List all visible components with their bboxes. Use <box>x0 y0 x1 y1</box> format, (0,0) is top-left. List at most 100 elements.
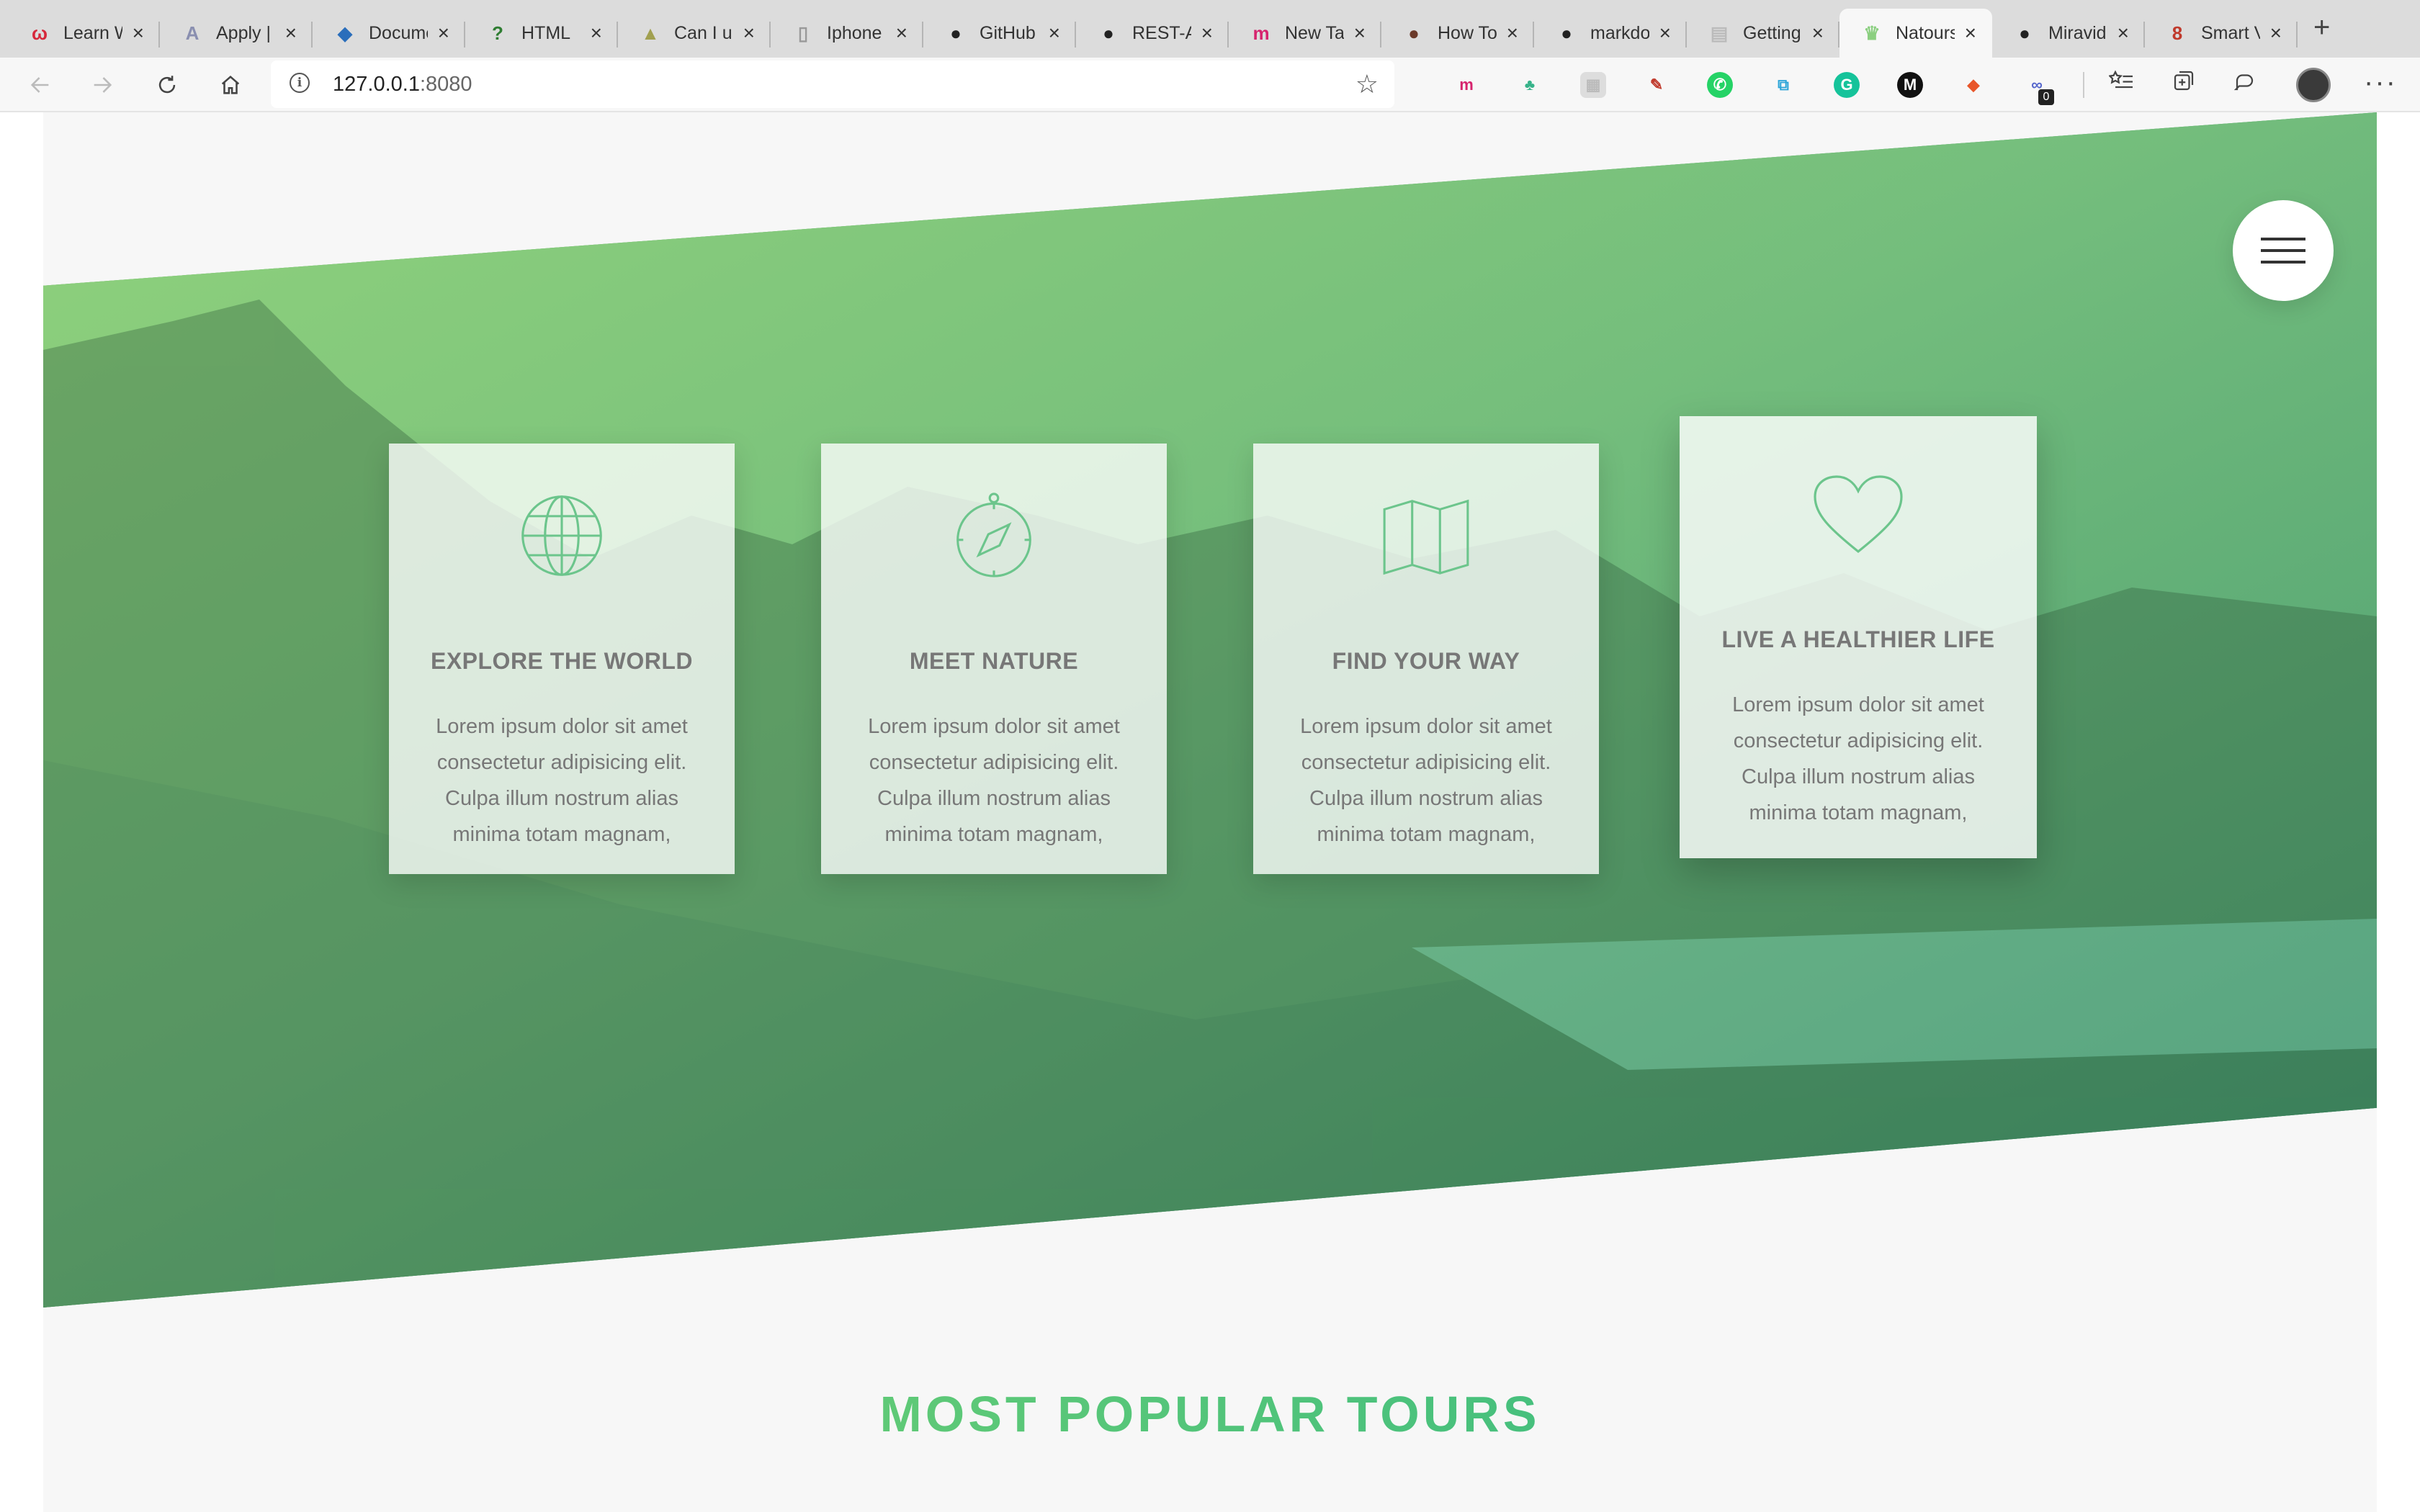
grid-extension-icon[interactable]: ▦ <box>1580 72 1606 98</box>
reload-icon <box>158 76 176 94</box>
tab-close-icon[interactable]: × <box>1201 23 1213 43</box>
feedback-icon[interactable] <box>2233 68 2259 98</box>
hamburger-line-middle <box>2261 249 2305 252</box>
heart-icon <box>1812 474 1904 554</box>
feature-text: Lorem ipsum dolor sit amet consectetur a… <box>1732 693 1984 824</box>
tab-title: Miravid <box>2048 22 2107 43</box>
tab-favicon-icon: 8 <box>2172 22 2183 44</box>
whatsapp-extension-icon[interactable]: ✆ <box>1707 72 1733 98</box>
feature-title: Live a healthier life <box>1721 626 1995 652</box>
tab-close-icon[interactable]: × <box>2118 23 2129 43</box>
tab-close-icon[interactable]: × <box>896 23 908 43</box>
browser-tab[interactable]: ● Miravid × <box>1992 9 2145 58</box>
hamburger-line-bottom <box>2261 261 2305 264</box>
tab-close-icon[interactable]: × <box>591 23 602 43</box>
tab-favicon-icon: ● <box>2019 22 2030 44</box>
copy-extension-icon[interactable]: ⧉ <box>1770 72 1796 98</box>
toolbar-separator <box>2083 72 2084 98</box>
tab-favicon-icon: ● <box>950 22 962 44</box>
tab-title: Getting <box>1743 22 1801 43</box>
browser-tab[interactable]: 8 Smart V × <box>2145 9 2298 58</box>
browser-tab[interactable]: ♛ Natours × <box>1839 9 1992 58</box>
collections-icon[interactable] <box>2171 68 2197 98</box>
favorite-star-icon[interactable]: ☆ <box>1355 69 1379 99</box>
browser-tab[interactable]: ● How To × <box>1381 9 1534 58</box>
address-bar[interactable]: i 127.0.0.1:8080 ☆ <box>271 60 1394 108</box>
browser-tab[interactable]: ● GitHub × <box>923 9 1076 58</box>
globe-icon <box>517 491 606 580</box>
tab-close-icon[interactable]: × <box>438 23 449 43</box>
tab-title: Iphone <box>827 22 882 43</box>
back-button[interactable] <box>23 68 58 102</box>
feature-box-way: Find your way Lorem ipsum dolor sit amet… <box>1253 444 1599 874</box>
m-extension-icon[interactable]: m <box>1453 72 1479 98</box>
home-button[interactable] <box>213 68 248 102</box>
feature-box-healthier[interactable]: Live a healthier life Lorem ipsum dolor … <box>1680 416 2037 858</box>
tab-title: HTML <box>521 22 571 43</box>
browser-tab[interactable]: ◆ Document × <box>313 9 465 58</box>
page-viewport: Explore the world Lorem ipsum dolor sit … <box>43 112 2377 1512</box>
reload-button[interactable] <box>150 68 184 102</box>
tree-extension-icon[interactable]: ♣ <box>1517 72 1543 98</box>
browser-toolbar: i 127.0.0.1:8080 ☆ m ♣ ▦ ✎ ✆ ⧉ G M ◆ ∞ 0 ··· <box>0 58 2420 112</box>
browser-tab[interactable]: m New Ta × <box>1229 9 1381 58</box>
url-port: :8080 <box>419 73 472 96</box>
browser-tab[interactable]: ● markdo × <box>1534 9 1687 58</box>
tab-favicon-icon: ● <box>1561 22 1572 44</box>
tab-close-icon[interactable]: × <box>1049 23 1060 43</box>
home-icon <box>221 75 240 94</box>
grammarly-extension-icon[interactable]: G <box>1834 72 1860 98</box>
feature-title: Find your way <box>1332 648 1520 674</box>
tab-close-icon[interactable]: × <box>285 23 297 43</box>
tab-close-icon[interactable]: × <box>1354 23 1366 43</box>
feature-text: Lorem ipsum dolor sit amet consectetur a… <box>1300 715 1552 846</box>
browser-tab[interactable]: ● REST-A × <box>1076 9 1229 58</box>
url-host: 127.0.0.1 <box>333 73 420 96</box>
tab-title: Document <box>369 22 428 43</box>
tab-favicon-icon: ▤ <box>1710 22 1729 44</box>
browser-tab[interactable]: ω Learn Web × <box>7 9 160 58</box>
navigation-menu-button[interactable] <box>2233 200 2334 301</box>
tab-favicon-icon: ? <box>492 22 503 44</box>
tab-favicon-icon: ω <box>32 22 48 44</box>
browser-tab-strip: ω Learn Web × A Apply | × ◆ Document ×? HTML × ▲ Ca… <box>0 0 2420 58</box>
tab-title: REST-A <box>1132 22 1191 43</box>
pen-extension-icon[interactable]: ✎ <box>1644 72 1670 98</box>
tab-title: markdo <box>1590 22 1649 43</box>
tab-close-icon[interactable]: × <box>1812 23 1824 43</box>
tab-favicon-icon: ▯ <box>797 22 809 44</box>
profile-avatar[interactable] <box>2296 68 2331 102</box>
feature-box-nature: Meet nature Lorem ipsum dolor sit amet c… <box>821 444 1167 874</box>
browser-tab[interactable]: ? HTML × <box>465 9 618 58</box>
tab-title: Smart V <box>2201 22 2260 43</box>
browser-tab[interactable]: A Apply | × <box>160 9 313 58</box>
tab-favicon-icon: A <box>185 22 200 44</box>
tab-favicon-icon: ▲ <box>641 22 660 44</box>
browser-tab[interactable]: ▯ Iphone × <box>771 9 923 58</box>
tab-favicon-icon: ◆ <box>338 22 352 44</box>
tab-title: Can I u <box>674 22 732 43</box>
tab-close-icon[interactable]: × <box>133 23 144 43</box>
tab-close-icon[interactable]: × <box>2270 23 2282 43</box>
site-info-icon[interactable]: i <box>290 73 310 93</box>
tab-favicon-icon: ● <box>1103 22 1114 44</box>
more-menu-icon[interactable]: ··· <box>2364 66 2397 99</box>
extension-badge: 0 <box>2038 89 2054 105</box>
favorites-list-icon[interactable] <box>2107 68 2135 98</box>
tab-close-icon[interactable]: × <box>1965 23 1976 43</box>
tab-title: GitHub <box>980 22 1036 43</box>
map-icon <box>1381 498 1471 576</box>
forward-button[interactable] <box>85 68 120 102</box>
fox-extension-icon[interactable]: ◆ <box>1960 72 1986 98</box>
address-url[interactable]: 127.0.0.1:8080 <box>333 73 472 96</box>
browser-tab[interactable]: ▤ Getting × <box>1687 9 1839 58</box>
tab-close-icon[interactable]: × <box>743 23 755 43</box>
tab-close-icon[interactable]: × <box>1507 23 1518 43</box>
m-dark-extension-icon[interactable]: M <box>1897 72 1923 98</box>
feature-box-explore: Explore the world Lorem ipsum dolor sit … <box>389 444 735 874</box>
browser-tab[interactable]: ▲ Can I u × <box>618 9 771 58</box>
feature-text: Lorem ipsum dolor sit amet consectetur a… <box>436 715 688 846</box>
back-arrow-icon <box>30 77 49 93</box>
tab-close-icon[interactable]: × <box>1659 23 1671 43</box>
new-tab-button[interactable]: + <box>2313 13 2330 42</box>
